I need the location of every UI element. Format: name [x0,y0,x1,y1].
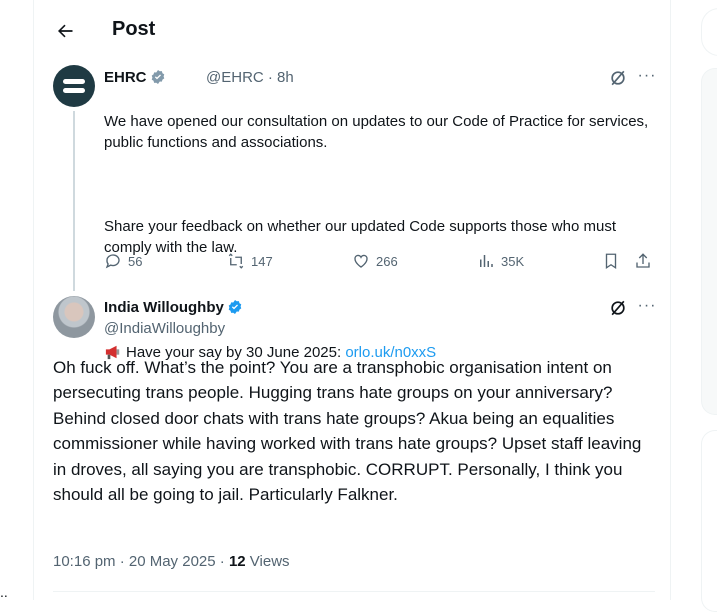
more-icon: ··· [637,297,657,314]
more-button[interactable]: ··· [636,68,658,90]
thread-line [73,111,75,291]
reply-icon [105,254,120,269]
post-metadata: 10:16 pm · 20 May 2025 · 12 Views [53,553,290,570]
grok-button[interactable] [608,68,630,90]
verified-badge-icon [151,70,164,84]
share-button[interactable] [634,252,658,270]
avatar[interactable] [53,296,95,338]
views-label: Views [245,553,290,570]
author-name[interactable]: EHRC [104,69,166,86]
views-count: 12 [228,553,246,570]
avatar[interactable] [53,65,95,107]
grok-icon [611,300,625,316]
post-text: We have opened our consultation on updat… [104,90,654,384]
views-button[interactable]: 35K [477,252,524,270]
arrow-left-icon [58,24,73,38]
post-actions: 56 147 266 35K [104,252,660,274]
left-edge-text: .. [0,584,8,600]
page-title: Post [112,18,156,40]
divider [53,591,655,592]
like-icon [354,254,368,268]
page-header: Post [34,0,670,60]
repost-icon [228,253,244,269]
views-icon [480,255,493,267]
main-column: Post EHRC @EHRC · 8h ··· We have opened … [33,0,671,600]
left-sidebar-edge: .. [0,0,33,600]
author-name[interactable]: India Willoughby [104,299,243,316]
like-button[interactable]: 266 [352,252,398,270]
author-handle[interactable]: @IndiaWilloughby [104,320,225,337]
reply-button[interactable]: 56 [104,252,142,270]
back-button[interactable] [48,14,82,48]
right-panel-card [701,68,717,415]
more-icon: ··· [637,67,657,84]
search-box[interactable] [701,8,717,56]
right-panel-card-lower [701,430,717,612]
author-handle-time[interactable]: @EHRC · 8h [206,69,294,86]
post-timestamp[interactable]: 10:16 pm · 20 May 2025 · [53,553,229,570]
repost-button[interactable]: 147 [227,252,273,270]
bookmark-icon [605,253,617,270]
post-paragraph: We have opened our consultation on updat… [104,113,649,151]
bookmark-button[interactable] [602,252,626,270]
grok-button[interactable] [608,298,630,320]
share-icon [636,253,650,268]
grok-icon [611,70,625,86]
post-text: Oh fuck off. What’s the point? You are a… [53,358,642,505]
verified-badge-icon [228,300,242,314]
more-button[interactable]: ··· [636,298,658,320]
